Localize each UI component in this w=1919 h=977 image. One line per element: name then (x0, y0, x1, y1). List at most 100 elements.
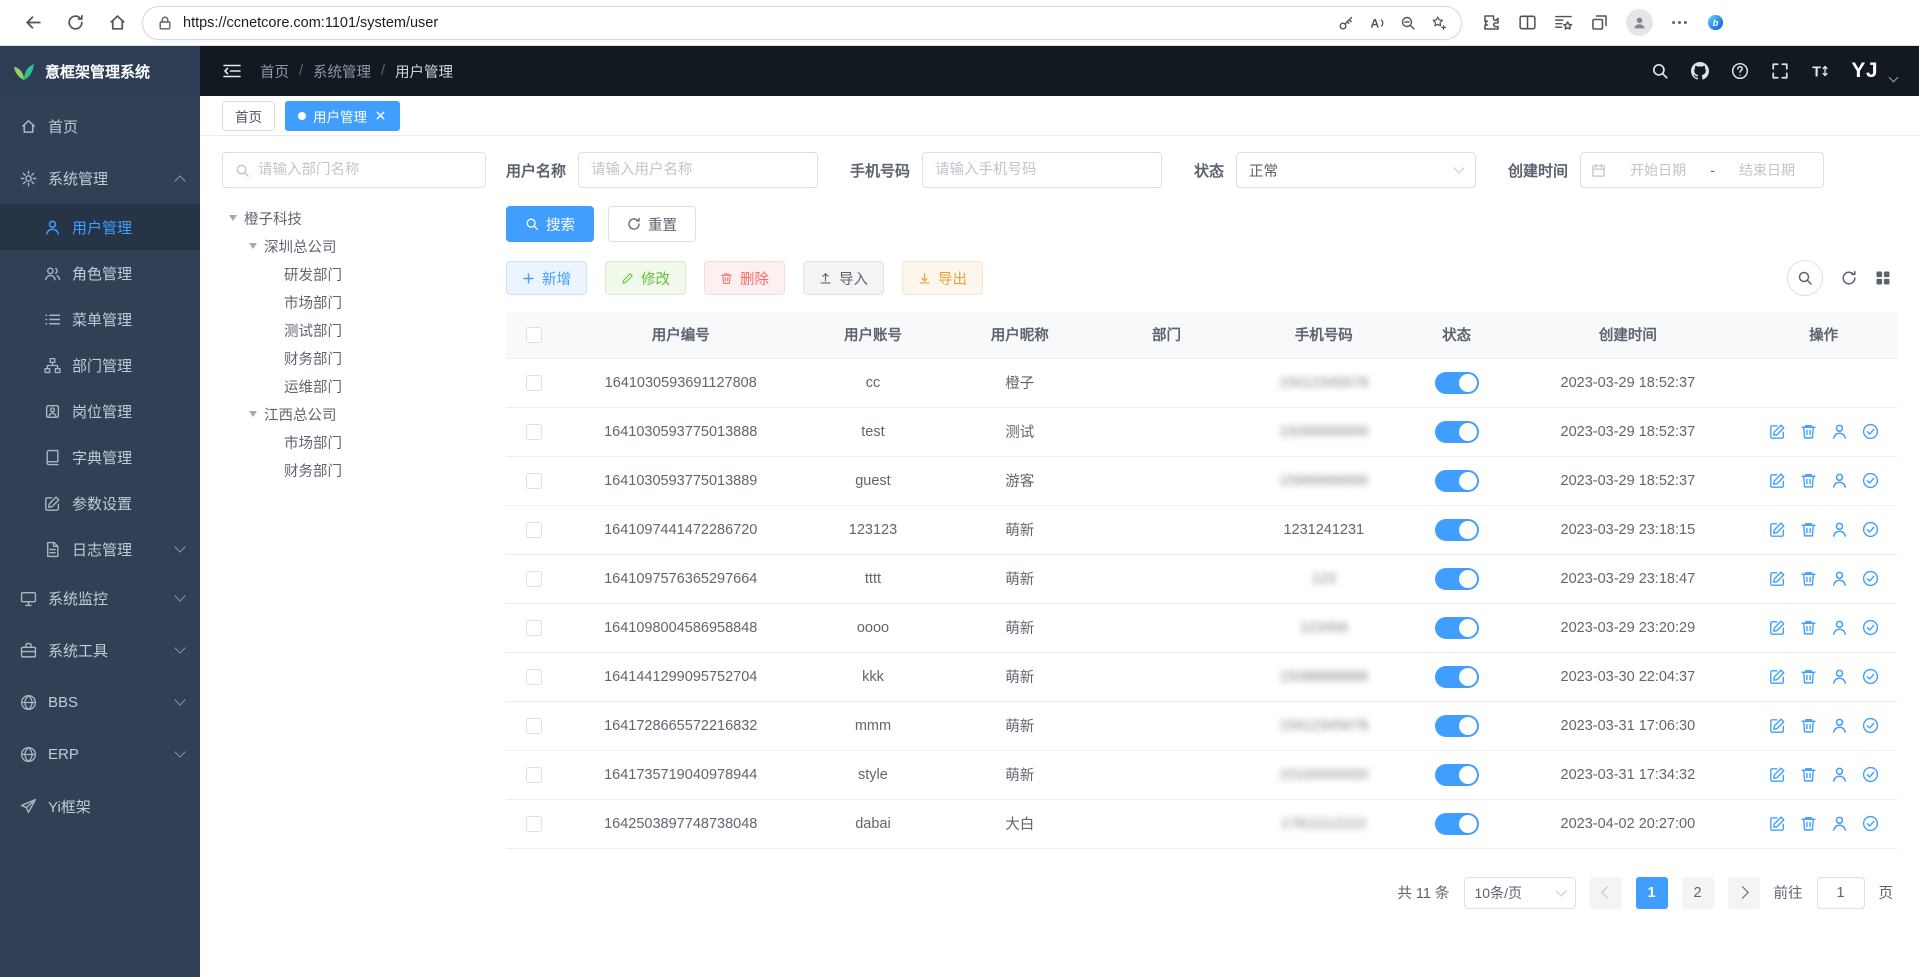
delete-icon[interactable] (1800, 619, 1817, 636)
delete-icon[interactable] (1800, 815, 1817, 832)
reset-password-icon[interactable] (1831, 815, 1848, 832)
assign-role-icon[interactable] (1862, 570, 1879, 587)
tree-node[interactable]: 市场部门 (222, 428, 486, 456)
sidebar-item-system-management[interactable]: 系统管理 (0, 152, 200, 204)
sidebar-item-role-management[interactable]: 角色管理 (0, 250, 200, 296)
reset-password-icon[interactable] (1831, 619, 1848, 636)
tree-node[interactable]: 橙子科技 (222, 204, 486, 232)
favorite-add-icon[interactable] (1431, 15, 1447, 31)
browser-menu-icon[interactable] (1670, 13, 1689, 32)
sidebar-item-bbs[interactable]: BBS (0, 676, 200, 728)
status-toggle[interactable] (1435, 519, 1479, 541)
breadcrumb-item-home[interactable]: 首页 (260, 61, 289, 82)
row-checkbox[interactable] (526, 718, 542, 734)
sidebar-item-log-management[interactable]: 日志管理 (0, 526, 200, 572)
tree-node[interactable]: 测试部门 (222, 316, 486, 344)
page-button-1[interactable]: 1 (1636, 877, 1668, 909)
sidebar-item-post-management[interactable]: 岗位管理 (0, 388, 200, 434)
tree-node[interactable]: 研发部门 (222, 260, 486, 288)
assign-role-icon[interactable] (1862, 668, 1879, 685)
reset-button[interactable]: 重置 (608, 206, 696, 242)
help-icon[interactable] (1731, 62, 1749, 80)
sidebar-item-user-management[interactable]: 用户管理 (0, 204, 200, 250)
search-button[interactable]: 搜索 (506, 206, 594, 242)
row-checkbox[interactable] (526, 424, 542, 440)
edit-icon[interactable] (1769, 423, 1786, 440)
sidebar-item-menu-management[interactable]: 菜单管理 (0, 296, 200, 342)
assign-role-icon[interactable] (1862, 717, 1879, 734)
sidebar-item-system-tools[interactable]: 系统工具 (0, 624, 200, 676)
edit-icon[interactable] (1769, 717, 1786, 734)
next-page-button[interactable] (1728, 877, 1760, 909)
tab-home[interactable]: 首页 (222, 101, 275, 131)
delete-icon[interactable] (1800, 472, 1817, 489)
sidebar-item-param-settings[interactable]: 参数设置 (0, 480, 200, 526)
reset-password-icon[interactable] (1831, 570, 1848, 587)
add-button[interactable]: 新增 (506, 261, 587, 295)
tab-user-management[interactable]: 用户管理 (285, 101, 400, 131)
tree-node[interactable]: 江西总公司 (222, 400, 486, 428)
status-toggle[interactable] (1435, 617, 1479, 639)
reload-button[interactable] (58, 6, 92, 40)
delete-icon[interactable] (1800, 570, 1817, 587)
edit-icon[interactable] (1769, 619, 1786, 636)
address-bar[interactable]: https://ccnetcore.com:1101/system/user A (142, 6, 1462, 40)
sidebar-item-yi-framework[interactable]: Yi框架 (0, 780, 200, 832)
reset-password-icon[interactable] (1831, 717, 1848, 734)
select-all-checkbox[interactable] (526, 327, 542, 343)
zoom-icon[interactable] (1400, 15, 1416, 31)
row-checkbox[interactable] (526, 473, 542, 489)
delete-icon[interactable] (1800, 423, 1817, 440)
username-input[interactable] (578, 152, 818, 188)
menu-fold-button[interactable] (222, 61, 242, 81)
edit-icon[interactable] (1769, 815, 1786, 832)
prev-page-button[interactable] (1590, 877, 1622, 909)
delete-button[interactable]: 删除 (704, 261, 785, 295)
import-button[interactable]: 导入 (803, 261, 884, 295)
font-size-icon[interactable]: T (1811, 62, 1829, 80)
reset-password-icon[interactable] (1831, 521, 1848, 538)
dept-search-input[interactable] (258, 162, 473, 178)
password-key-icon[interactable] (1338, 15, 1354, 31)
tree-node[interactable]: 运维部门 (222, 372, 486, 400)
browser-profile-avatar[interactable] (1626, 9, 1653, 36)
goto-page-input[interactable] (1817, 877, 1865, 909)
phone-input[interactable] (922, 152, 1162, 188)
assign-role-icon[interactable] (1862, 619, 1879, 636)
page-size-select[interactable]: 10条/页 (1464, 877, 1576, 909)
delete-icon[interactable] (1800, 717, 1817, 734)
delete-icon[interactable] (1800, 766, 1817, 783)
header-search-icon[interactable] (1651, 62, 1669, 80)
sidebar-item-dept-management[interactable]: 部门管理 (0, 342, 200, 388)
sidebar-item-home[interactable]: 首页 (0, 100, 200, 152)
tree-node[interactable]: 深圳总公司 (222, 232, 486, 260)
assign-role-icon[interactable] (1862, 766, 1879, 783)
toggle-search-button[interactable] (1787, 260, 1823, 296)
columns-toggle-button[interactable] (1875, 270, 1891, 286)
sidebar-item-erp[interactable]: ERP (0, 728, 200, 780)
sidebar-item-system-monitor[interactable]: 系统监控 (0, 572, 200, 624)
row-checkbox[interactable] (526, 620, 542, 636)
assign-role-icon[interactable] (1862, 423, 1879, 440)
assign-role-icon[interactable] (1862, 521, 1879, 538)
tree-node[interactable]: 财务部门 (222, 456, 486, 484)
status-toggle[interactable] (1435, 715, 1479, 737)
assign-role-icon[interactable] (1862, 472, 1879, 489)
row-checkbox[interactable] (526, 816, 542, 832)
reset-password-icon[interactable] (1831, 668, 1848, 685)
modify-button[interactable]: 修改 (605, 261, 686, 295)
edit-icon[interactable] (1769, 521, 1786, 538)
collections-icon[interactable] (1590, 13, 1609, 32)
favorites-icon[interactable] (1554, 13, 1573, 32)
back-button[interactable] (16, 6, 50, 40)
breadcrumb-item-system[interactable]: 系统管理 (313, 61, 371, 82)
date-range-picker[interactable]: 开始日期 - 结束日期 (1580, 152, 1824, 188)
row-checkbox[interactable] (526, 571, 542, 587)
row-checkbox[interactable] (526, 375, 542, 391)
user-avatar[interactable]: YJ (1851, 59, 1878, 83)
delete-icon[interactable] (1800, 521, 1817, 538)
reset-password-icon[interactable] (1831, 472, 1848, 489)
edit-icon[interactable] (1769, 766, 1786, 783)
fullscreen-icon[interactable] (1771, 62, 1789, 80)
refresh-table-button[interactable] (1841, 270, 1857, 286)
